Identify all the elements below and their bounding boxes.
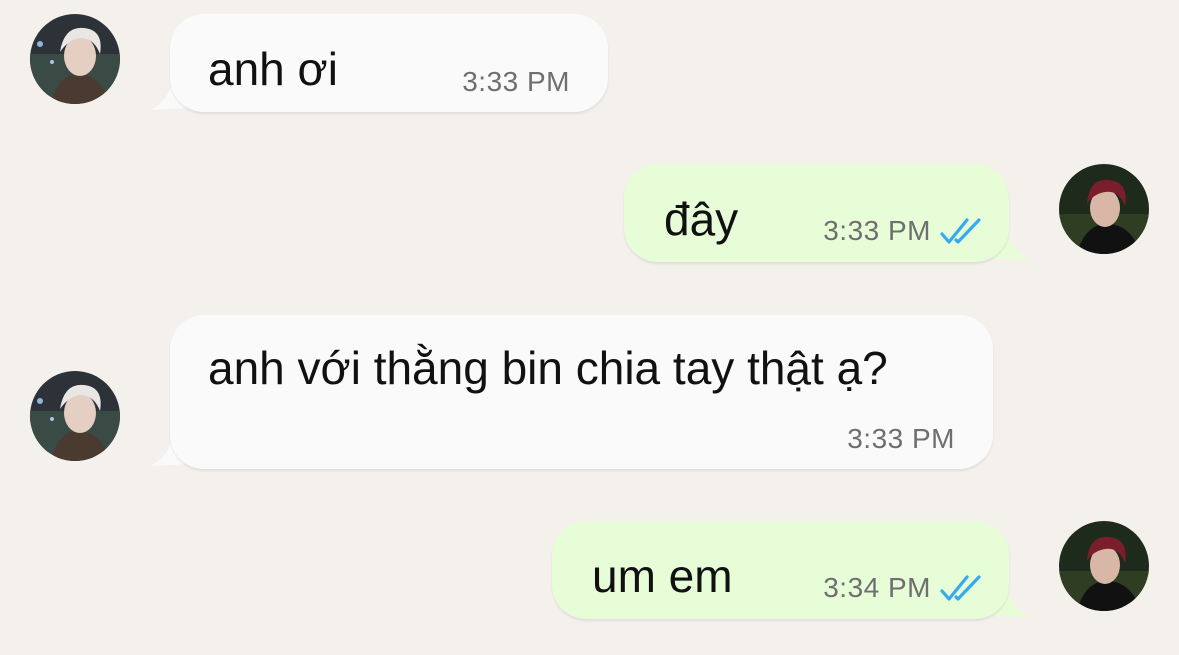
message-text: anh với thằng bin chia tay thật ạ? — [208, 342, 888, 394]
message-timestamp: 3:34 PM — [823, 572, 931, 603]
double-check-icon — [939, 216, 987, 246]
message-timestamp: 3:33 PM — [462, 66, 570, 97]
message-meta: 3:34 PM — [823, 573, 987, 603]
avatar[interactable] — [1059, 521, 1149, 611]
message-meta: 3:33 PM — [847, 425, 955, 453]
message-timestamp: 3:33 PM — [847, 423, 955, 454]
message-timestamp: 3:33 PM — [823, 215, 931, 246]
message-meta: 3:33 PM — [823, 216, 987, 246]
message-text: đây — [664, 193, 739, 245]
avatar[interactable] — [1059, 164, 1149, 254]
avatar-photo-silver-hair-icon — [30, 14, 120, 104]
double-check-icon — [939, 573, 987, 603]
message-text: um em — [592, 550, 733, 602]
message-bubble-outgoing[interactable]: um em 3:34 PM — [552, 521, 1009, 619]
message-bubble-incoming[interactable]: anh với thằng bin chia tay thật ạ? 3:33 … — [170, 315, 993, 469]
avatar-photo-red-hair-icon — [1059, 521, 1149, 611]
message-text: anh ơi — [208, 43, 338, 95]
avatar-photo-silver-hair-icon — [30, 371, 120, 461]
avatar[interactable] — [30, 14, 120, 104]
message-bubble-incoming[interactable]: anh ơi 3:33 PM — [170, 14, 608, 112]
message-meta: 3:33 PM — [462, 68, 570, 96]
avatar-photo-red-hair-icon — [1059, 164, 1149, 254]
avatar[interactable] — [30, 371, 120, 461]
message-bubble-outgoing[interactable]: đây 3:33 PM — [624, 164, 1009, 262]
